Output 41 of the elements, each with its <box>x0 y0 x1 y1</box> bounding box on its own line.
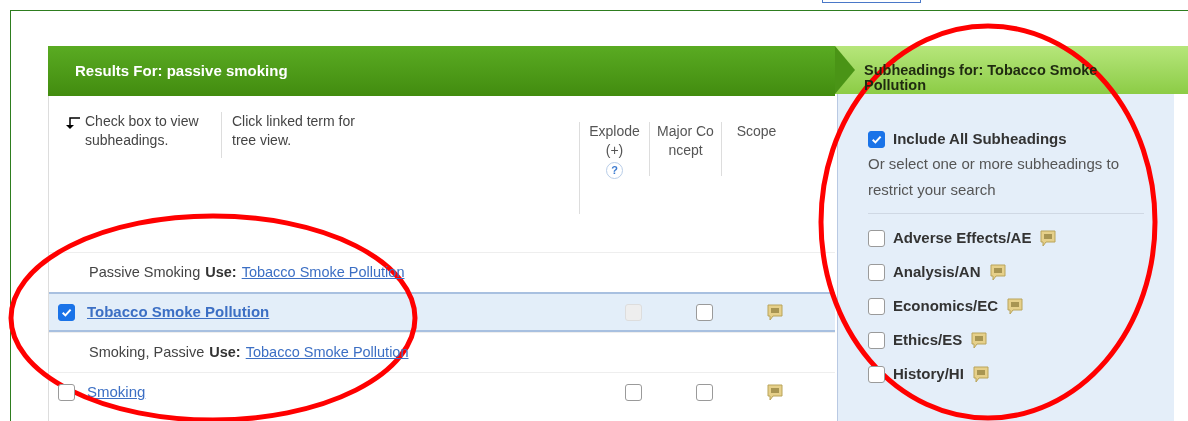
explode-checkbox[interactable] <box>624 384 642 401</box>
instruction-text: Check box to view subheadings. <box>84 112 200 150</box>
column-header: Major Concept <box>656 122 715 160</box>
term-checkbox[interactable] <box>58 303 75 321</box>
scope-note-icon[interactable] <box>1006 297 1025 315</box>
column-header: Scope <box>736 122 777 141</box>
scope-note-icon[interactable] <box>766 384 784 401</box>
subheading-label: History/HI <box>893 363 964 384</box>
entry-term-text: Passive Smoking <box>89 262 201 282</box>
scope-note-icon[interactable] <box>970 331 989 349</box>
scope-note-icon[interactable] <box>1039 229 1058 247</box>
term-link[interactable]: Tobacco Smoke Pollution <box>87 300 573 324</box>
subheading-label: Economics/EC <box>893 295 999 316</box>
use-label: Use: <box>205 262 237 282</box>
major-concept-checkbox[interactable] <box>695 303 713 321</box>
subheading-label: Ethics/ES <box>893 329 963 350</box>
corner-arrow-icon <box>65 116 81 130</box>
scope-note-icon[interactable] <box>988 263 1007 281</box>
include-all-label: Include All Subheadings <box>893 129 1067 149</box>
subheading-checkbox[interactable] <box>868 263 885 281</box>
subheading-checkbox[interactable] <box>868 297 885 315</box>
include-all-checkbox[interactable] <box>868 130 885 148</box>
results-header: Results For: passive smoking <box>48 46 835 96</box>
use-label: Use: <box>209 342 241 362</box>
term-link[interactable]: Smoking <box>87 381 573 404</box>
subheading-label: Adverse Effects/AE <box>893 227 1032 248</box>
subheading-checkbox[interactable] <box>868 331 885 349</box>
entry-term-text: Smoking, Passive <box>89 342 205 362</box>
term-checkbox[interactable] <box>58 384 75 401</box>
instruction-text: Click linked term for tree view. <box>221 112 361 158</box>
header-arrow <box>835 46 855 94</box>
subheading-label: Analysis/AN <box>893 261 981 282</box>
column-header: Explode (+) <box>588 122 641 160</box>
term-row[interactable]: Smoking <box>49 372 835 412</box>
major-concept-checkbox[interactable] <box>695 384 713 401</box>
scope-note-icon[interactable] <box>971 365 990 383</box>
term-row[interactable]: Tobacco Smoke Pollution <box>49 292 835 332</box>
hint-text: Or select one or more subheadings to restrict your search <box>868 150 1144 214</box>
scope-note-icon[interactable] <box>766 303 784 321</box>
subheading-checkbox[interactable] <box>868 229 885 247</box>
subheading-checkbox[interactable] <box>868 365 885 383</box>
